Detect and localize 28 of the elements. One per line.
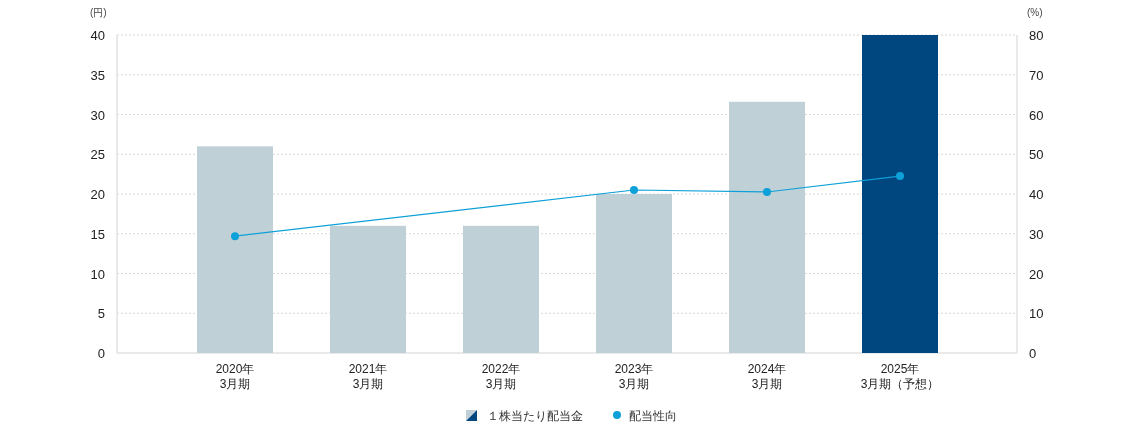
axis-label: 25	[90, 147, 105, 163]
axis-label: 30	[1029, 226, 1044, 242]
axis-label: 2023年 3月期	[614, 362, 654, 391]
axis-label: 10	[1029, 306, 1044, 322]
axis-title: (%)	[1027, 7, 1043, 18]
axis-label: 2020年 3月期	[215, 362, 255, 391]
axis-label: 2025年 3月期（予想）	[860, 362, 940, 391]
axis-label: 70	[1029, 67, 1044, 83]
axis-label: 10	[90, 266, 105, 282]
axis-label: 20	[90, 187, 105, 202]
axis-label: 80	[1029, 28, 1044, 43]
axis-label: 2022年 3月期	[481, 362, 521, 391]
axis-label: 15	[90, 226, 105, 242]
axis-label: 35	[90, 67, 105, 83]
axis-label: 60	[1029, 107, 1044, 123]
legend-label: 配当性向	[629, 409, 677, 423]
axis-label: 0	[97, 346, 105, 361]
axis-label: 5	[97, 306, 105, 322]
axis-label: 40	[1029, 187, 1044, 202]
axis-label: 2024年 3月期	[747, 362, 787, 391]
axis-label: 20	[1029, 266, 1044, 282]
axis-label: 30	[90, 107, 105, 123]
legend-label: １株当たり配当金	[487, 409, 583, 423]
axis-label: 0	[1029, 346, 1037, 361]
axis-label: 40	[90, 28, 105, 43]
axis-label: 50	[1029, 147, 1044, 163]
axis-title: (円)	[90, 7, 107, 18]
axis-label: 2021年 3月期	[348, 362, 388, 391]
